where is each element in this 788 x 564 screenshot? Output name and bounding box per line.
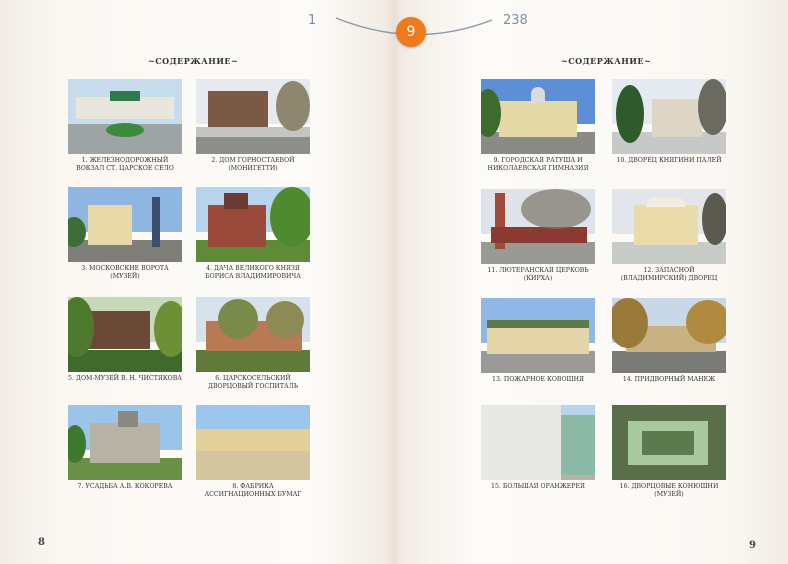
page-navigator: 1 9 238 [0,0,788,47]
left-page-heading: ~СОДЕРЖАНИЕ~ [148,56,239,66]
toc-item-13[interactable]: 13. Пожарное Ковошня [481,298,595,384]
right-page-heading: ~СОДЕРЖАНИЕ~ [561,56,652,66]
toc-item-4[interactable]: 4. Дача Великого Князя Бориса Владимиров… [196,187,310,281]
toc-item-16[interactable]: 16. Дворцовые конюшни (музей) [612,405,726,499]
toc-item-10[interactable]: 10. Дворец Княгини Палей [612,79,726,165]
toc-item-3[interactable]: 3. Московские ворота (музей) [68,187,182,281]
photo-court-manege [612,298,726,373]
toc-caption: 8. Фабрика ассигнационных бумаг [204,483,302,498]
photo-vladimir-palace [612,189,726,264]
toc-caption: 15. Большая оранжерея [491,483,585,490]
photo-lutheran-church [481,189,595,264]
photo-paley-palace [612,79,726,154]
photo-moscow-gate [68,187,182,262]
first-page-link[interactable]: 1 [308,13,316,28]
toc-item-7[interactable]: 7. Усадьба А.В. Кокорева [68,405,182,491]
photo-palace-stables [612,405,726,480]
toc-caption: 4. Дача Великого Князя Бориса Владимиров… [205,265,301,280]
toc-item-15[interactable]: 15. Большая оранжерея [481,405,595,491]
toc-caption: 16. Дворцовые конюшни (музей) [619,483,719,498]
toc-item-14[interactable]: 14. Придворный манеж [612,298,726,384]
current-page-indicator[interactable]: 9 [396,17,426,47]
photo-chistyakov-house [68,297,182,372]
photo-boris-dacha [196,187,310,262]
toc-caption: 9. Городская ратуша и Николаевская гимна… [487,157,589,172]
toc-caption: 3. Московские ворота (музей) [81,265,169,280]
toc-item-6[interactable]: 6. Царскосельский Дворцовый госпиталь [196,297,310,391]
last-page-link[interactable]: 238 [503,13,528,28]
toc-item-8[interactable]: 8. Фабрика ассигнационных бумаг [196,405,310,499]
photo-railway-station [68,79,182,154]
photo-paper-factory [196,405,310,480]
toc-item-2[interactable]: 2. Дом Горностаевой (Монигетти) [196,79,310,173]
photo-gornostaeva-house [196,79,310,154]
toc-caption: 7. Усадьба А.В. Кокорева [77,483,173,490]
left-page-number: 8 [38,537,45,548]
right-page-number: 9 [749,540,756,551]
toc-item-9[interactable]: 9. Городская ратуша и Николаевская гимна… [481,79,595,173]
toc-caption: 14. Придворный манеж [622,376,716,383]
toc-item-11[interactable]: 11. Лютеранская церковь (кирха) [481,189,595,283]
toc-caption: 11. Лютеранская церковь (кирха) [487,267,589,282]
toc-caption: 12. Запасной (Владимирский) дворец [620,267,718,282]
photo-kokorev-estate [68,405,182,480]
toc-item-1[interactable]: 1. Железнодорожный вокзал ст. Царское Се… [68,79,182,173]
toc-caption: 13. Пожарное Ковошня [492,376,584,383]
toc-caption: 1. Железнодорожный вокзал ст. Царское Се… [76,157,174,172]
photo-palace-hospital [196,297,310,372]
toc-caption: 5. Дом-музей В. Н. Чистякова [68,375,182,382]
toc-caption: 6. Царскосельский Дворцовый госпиталь [207,375,299,390]
toc-item-5[interactable]: 5. Дом-музей В. Н. Чистякова [68,297,182,383]
toc-item-12[interactable]: 12. Запасной (Владимирский) дворец [612,189,726,283]
toc-caption: 10. Дворец Княгини Палей [616,157,722,164]
photo-fire-station [481,298,595,373]
photo-town-hall [481,79,595,154]
toc-caption: 2. Дом Горностаевой (Монигетти) [211,157,295,172]
photo-grand-orangery [481,405,595,480]
